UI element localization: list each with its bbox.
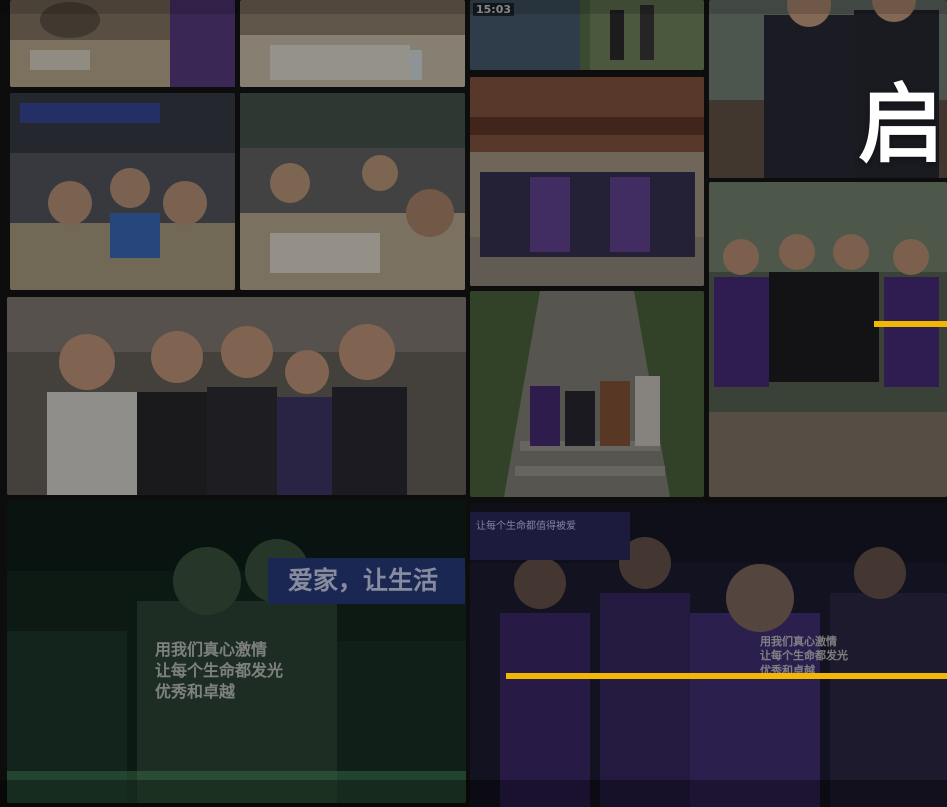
accent-bar-long <box>506 673 947 679</box>
photo-four-men-garden-art <box>709 182 947 497</box>
photo-workshop-table-right <box>240 93 465 290</box>
photo-stairs-group <box>470 291 704 497</box>
event-banner-right: 让每个生命都值得被爱 <box>470 512 630 560</box>
shirt-text-right-back: 用我们真心激情 让每个生命都发光 优秀和卓越 <box>760 635 848 678</box>
shirt-text-line: 让每个生命都发光 <box>760 649 848 663</box>
shirt-text-line: 用我们真心激情 <box>155 640 268 659</box>
photo-workshop-table-left <box>10 93 235 290</box>
photo-workshop-table-right-art <box>240 93 465 290</box>
photo-workshop-table-left-art <box>10 93 235 290</box>
photo-stairs-group-art <box>470 291 704 497</box>
shirt-text-left-back: 用我们真心激情 让每个生命都发光 优秀和卓越 <box>155 640 283 702</box>
shirt-text-line: 优秀和卓越 <box>155 681 236 701</box>
bottom-overlay-band <box>0 780 947 807</box>
headline-character: 启 <box>858 75 944 175</box>
photo-collage-slide: 15:03 爱家，让生活 让每个生命都值得被爱 用我们真心激情 让每个生命都发光… <box>0 0 947 807</box>
shirt-text-line: 用我们真心激情 <box>760 635 837 648</box>
top-overlay-band <box>0 0 947 14</box>
photo-temple-group-art <box>470 77 704 286</box>
photo-hands-together-group <box>7 297 466 495</box>
photo-hands-together-group-art <box>7 297 466 495</box>
event-banner-left: 爱家，让生活 <box>268 558 465 604</box>
photo-temple-group <box>470 77 704 286</box>
photo-four-men-garden <box>709 182 947 497</box>
accent-bar-short <box>874 321 947 327</box>
shirt-text-line: 让每个生命都发光 <box>155 660 284 680</box>
